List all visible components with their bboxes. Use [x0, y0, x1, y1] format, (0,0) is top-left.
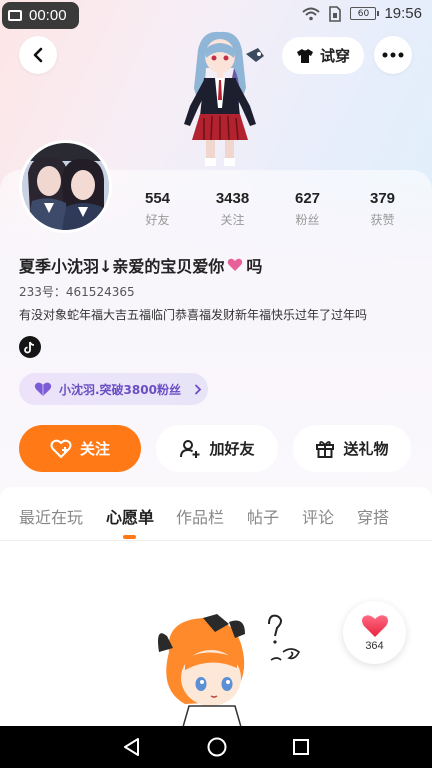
back-button[interactable]: [19, 36, 57, 74]
heart-icon: [228, 258, 243, 271]
status-icons: 60 19:56: [302, 5, 422, 22]
empty-state-mascot: [158, 614, 301, 727]
like-count: 364: [365, 639, 384, 652]
stat-likes[interactable]: 379 获赞: [345, 190, 420, 228]
send-gift-button[interactable]: 送礼物: [293, 425, 411, 472]
stat-following[interactable]: 3438 关注: [195, 190, 270, 228]
back-triangle-icon[interactable]: [121, 736, 143, 758]
cast-icon: [8, 10, 22, 21]
tab-comments[interactable]: 评论: [302, 504, 334, 528]
user-id: 233号：461524365: [19, 285, 135, 299]
send-gift-label: 送礼物: [343, 440, 389, 458]
tiktok-icon[interactable]: [19, 336, 41, 358]
profile-stats: 554 好友 3438 关注 627 粉丝 379 获赞: [120, 190, 420, 228]
profile-bio: 有没对象蛇年福大吉五福临门恭喜福发财新年福快乐过年了过年吗: [19, 308, 368, 322]
clock: 19:56: [384, 5, 422, 22]
heart-icon: [361, 614, 388, 637]
stat-value: 379: [369, 190, 396, 207]
follow-label: 关注: [79, 440, 110, 458]
purple-heart-icon: [34, 382, 52, 396]
tab-outfits[interactable]: 穿搭: [357, 504, 389, 528]
tab-wishlist[interactable]: 心愿单: [106, 504, 154, 528]
tab-recently-played[interactable]: 最近在玩: [19, 504, 83, 528]
screen-record-pill[interactable]: 00:00: [2, 2, 79, 29]
profile-name-suffix: 吗: [246, 257, 263, 276]
stat-value: 627: [294, 190, 321, 207]
avatar-photo: [22, 143, 109, 230]
recents-square-icon[interactable]: [291, 737, 311, 757]
add-user-icon: [180, 439, 200, 458]
stat-label: 粉丝: [295, 213, 320, 227]
battery-icon: 60: [350, 7, 380, 20]
stat-label: 好友: [145, 213, 170, 227]
battery-level: 60: [357, 8, 370, 19]
tab-posts[interactable]: 帖子: [247, 504, 279, 528]
more-button[interactable]: [374, 36, 412, 74]
stat-value: 554: [144, 190, 171, 207]
profile-name-text: 夏季小沈羽↓亲爱的宝贝爱你: [19, 257, 225, 276]
tshirt-icon: [296, 48, 313, 63]
profile-avatar[interactable]: [19, 140, 112, 233]
system-nav-bar: [0, 726, 432, 768]
fan-milestone-badge[interactable]: 小沈羽.突破3800粉丝: [19, 373, 208, 405]
profile-name: 夏季小沈羽↓亲爱的宝贝爱你 吗: [19, 253, 262, 277]
stat-label: 获赞: [370, 213, 395, 227]
avatar-3d-character[interactable]: [160, 28, 280, 168]
stat-label: 关注: [220, 213, 245, 227]
record-timer: 00:00: [29, 7, 67, 24]
chevron-left-icon: [33, 47, 43, 63]
follow-button[interactable]: 关注: [19, 425, 141, 472]
try-on-button[interactable]: 试穿: [282, 37, 364, 74]
add-friend-label: 加好友: [209, 440, 255, 458]
stat-value: 3438: [215, 190, 250, 207]
add-friend-button[interactable]: 加好友: [156, 425, 278, 472]
tab-works[interactable]: 作品栏: [176, 504, 224, 528]
like-floating-button[interactable]: 364: [343, 601, 406, 664]
tiktok-note-glyph: [24, 341, 35, 353]
sim-icon: [329, 5, 342, 22]
active-tab-indicator: [123, 535, 136, 539]
stat-friends[interactable]: 554 好友: [120, 190, 195, 228]
wifi-icon: [302, 7, 321, 20]
more-dots-icon: [382, 52, 404, 58]
try-on-label: 试穿: [319, 47, 350, 65]
chevron-right-icon: [195, 384, 202, 394]
heart-plus-icon: [50, 439, 72, 458]
gift-icon: [316, 440, 335, 458]
home-circle-icon[interactable]: [206, 736, 228, 758]
fan-badge-text: 小沈羽.突破3800粉丝: [59, 382, 181, 397]
profile-tabs: 最近在玩 心愿单 作品栏 帖子 评论 穿搭: [0, 487, 432, 541]
stat-followers[interactable]: 627 粉丝: [270, 190, 345, 228]
